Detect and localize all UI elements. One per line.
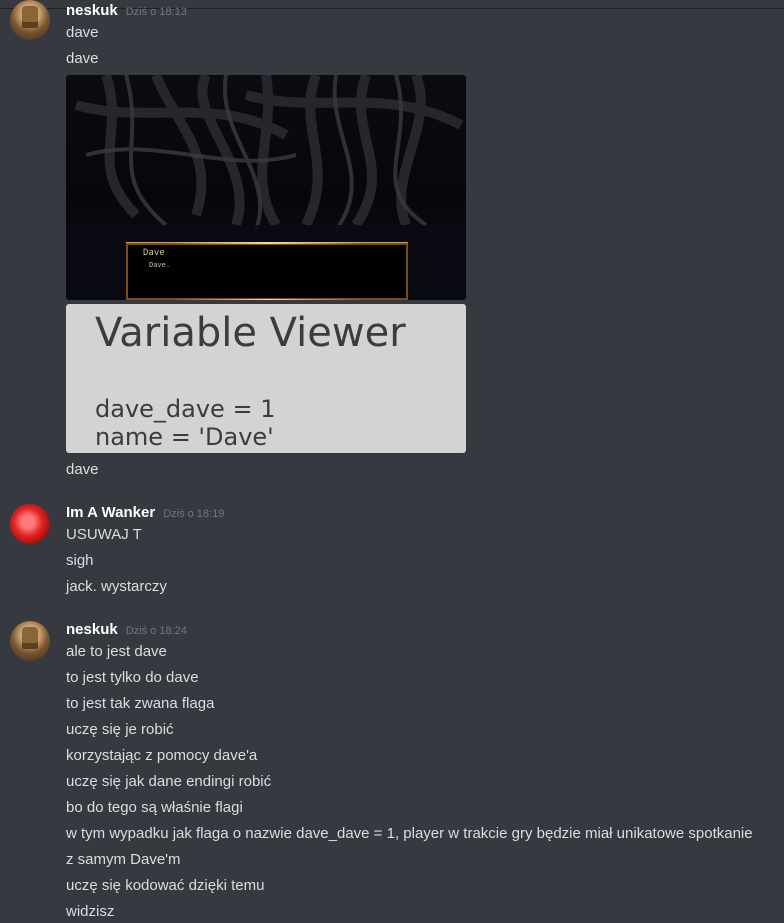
message-line: uczę się jak dane endingi robić bbox=[66, 773, 272, 790]
message-header: Im A Wanker Dziś o 18:19 bbox=[66, 504, 224, 524]
dialog-text: Dave. bbox=[149, 261, 171, 269]
message-header: neskuk Dziś o 18:13 bbox=[66, 2, 187, 22]
message-line: korzystając z pomocy dave'a bbox=[66, 747, 258, 764]
message-line: z samym Dave'm bbox=[66, 851, 181, 868]
message-line: jack. wystarczy bbox=[66, 578, 167, 595]
message-line: to jest tylko do dave bbox=[66, 669, 199, 686]
variable-line: name = 'Dave' bbox=[95, 423, 274, 451]
username[interactable]: neskuk bbox=[66, 621, 118, 638]
variable-viewer-attachment[interactable]: Variable Viewer dave_dave = 1 name = 'Da… bbox=[66, 304, 466, 453]
avatar[interactable] bbox=[10, 0, 50, 40]
message-line: widzisz bbox=[66, 903, 115, 920]
timestamp: Dziś o 18:24 bbox=[125, 625, 187, 637]
username[interactable]: Im A Wanker bbox=[66, 504, 155, 521]
message-line: bo do tego są właśnie flagi bbox=[66, 799, 243, 816]
username[interactable]: neskuk bbox=[66, 2, 118, 19]
message-line: dave bbox=[66, 24, 99, 41]
message-line: dave bbox=[66, 461, 99, 478]
message-line: uczę się kodować dzięki temu bbox=[66, 877, 265, 894]
dialog-box: Dave Dave. bbox=[126, 242, 408, 300]
avatar[interactable] bbox=[10, 504, 50, 544]
message-line: ale to jest dave bbox=[66, 643, 167, 660]
message-line: dave bbox=[66, 50, 99, 67]
message-line: uczę się je robić bbox=[66, 721, 174, 738]
message-line: to jest tak zwana flaga bbox=[66, 695, 215, 712]
game-screenshot-attachment[interactable]: Dave Dave. bbox=[66, 75, 466, 300]
timestamp: Dziś o 18:13 bbox=[125, 6, 187, 18]
avatar[interactable] bbox=[10, 621, 50, 661]
dialog-speaker: Dave bbox=[143, 248, 165, 258]
message-header: neskuk Dziś o 18:24 bbox=[66, 621, 187, 641]
timestamp: Dziś o 18:19 bbox=[163, 508, 225, 520]
variable-line: dave_dave = 1 bbox=[95, 395, 276, 423]
message-line: sigh bbox=[66, 552, 94, 569]
variable-viewer-title: Variable Viewer bbox=[95, 310, 406, 356]
message-line: w tym wypadku jak flaga o nazwie dave_da… bbox=[66, 825, 753, 842]
message-line: USUWAJ T bbox=[66, 526, 142, 543]
